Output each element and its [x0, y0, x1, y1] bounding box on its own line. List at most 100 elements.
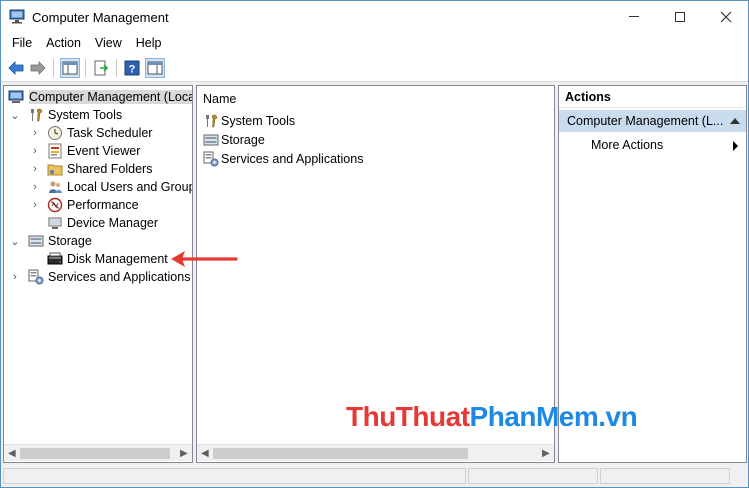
- status-cell: [468, 468, 598, 484]
- chevron-right-icon[interactable]: ›: [30, 142, 40, 160]
- back-button[interactable]: [6, 58, 26, 78]
- list-item-label: Storage: [221, 133, 265, 147]
- tree-label: Task Scheduler: [67, 126, 153, 140]
- tree-label: Storage: [48, 234, 92, 248]
- submenu-arrow-icon: [733, 141, 738, 151]
- scroll-right-icon[interactable]: ▶: [180, 448, 188, 459]
- scroll-right-icon[interactable]: ▶: [542, 448, 550, 459]
- performance-icon: [47, 197, 63, 213]
- minimize-icon: [629, 16, 639, 17]
- computer-management-window: Computer Management File Action View Hel…: [0, 0, 749, 488]
- watermark-logo: ThuThuatPhanMem.vn: [346, 401, 638, 433]
- scroll-left-icon[interactable]: ◀: [201, 448, 209, 459]
- help-button[interactable]: ?: [122, 58, 142, 78]
- show-hide-console-tree-button[interactable]: [60, 58, 80, 78]
- toolbar-separator: [116, 59, 117, 77]
- storage-icon: [28, 235, 44, 247]
- watermark-part1: ThuThuat: [346, 401, 470, 432]
- tree-item-storage[interactable]: ⌄ Storage: [4, 232, 192, 250]
- tree-label: Services and Applications: [48, 270, 191, 284]
- title-bar: Computer Management: [1, 1, 748, 32]
- storage-icon: [203, 134, 219, 146]
- shared-folder-icon: [47, 164, 63, 176]
- chevron-right-icon[interactable]: ›: [30, 124, 40, 142]
- users-icon: [49, 181, 62, 193]
- console-tree-pane[interactable]: Computer Management (Local ⌄ System Tool…: [3, 85, 193, 463]
- actions-section-label: Computer Management (L...: [567, 114, 724, 128]
- scrollbar-thumb[interactable]: [20, 448, 170, 459]
- show-hide-console-tree-icon: [62, 61, 78, 75]
- services-applications-icon: [28, 269, 44, 285]
- actions-title: Actions: [559, 86, 746, 108]
- forward-icon: [30, 61, 46, 75]
- close-icon: [720, 11, 732, 22]
- menu-view[interactable]: View: [88, 34, 129, 52]
- show-hide-action-pane-button[interactable]: [145, 58, 165, 78]
- list-horizontal-scrollbar[interactable]: ◀ ▶: [197, 444, 554, 461]
- computer-management-app-icon: [9, 9, 25, 24]
- chevron-right-icon[interactable]: ›: [10, 268, 20, 286]
- tree-item-shared-folders[interactable]: › Shared Folders: [4, 160, 192, 178]
- device-manager-icon: [48, 217, 62, 229]
- scrollbar-thumb[interactable]: [213, 448, 468, 459]
- collapse-icon[interactable]: [730, 118, 740, 124]
- help-icon: ?: [124, 60, 140, 76]
- computer-management-icon: [8, 90, 24, 103]
- menu-file[interactable]: File: [5, 34, 39, 52]
- minimize-button[interactable]: [611, 1, 657, 32]
- more-actions-link[interactable]: More Actions: [591, 138, 663, 152]
- column-header-name[interactable]: Name: [203, 92, 236, 106]
- annotation-arrow-icon: [171, 251, 238, 267]
- toolbar: ?: [1, 54, 748, 82]
- tree-item-performance[interactable]: › Performance: [4, 196, 192, 214]
- show-hide-action-pane-icon: [147, 61, 163, 75]
- tree-label: Event Viewer: [67, 144, 141, 158]
- system-tools-icon: [31, 108, 43, 122]
- tree-horizontal-scrollbar[interactable]: ◀ ▶: [4, 444, 192, 461]
- export-list-icon: [94, 60, 109, 76]
- chevron-right-icon[interactable]: ›: [30, 160, 40, 178]
- chevron-right-icon[interactable]: ›: [30, 196, 40, 214]
- chevron-down-icon[interactable]: ⌄: [10, 232, 20, 250]
- tree-item-system-tools[interactable]: ⌄ System Tools: [4, 106, 192, 124]
- event-viewer-icon: [48, 143, 62, 159]
- window-title: Computer Management: [32, 10, 169, 25]
- disk-management-icon: [47, 252, 63, 265]
- back-icon: [8, 61, 24, 75]
- menu-action[interactable]: Action: [39, 34, 88, 52]
- tree-item-event-viewer[interactable]: › Event Viewer: [4, 142, 192, 160]
- list-item-label: Services and Applications: [221, 152, 364, 166]
- chevron-right-icon[interactable]: ›: [30, 178, 40, 196]
- tree-label: Shared Folders: [67, 162, 153, 176]
- list-item-label: System Tools: [221, 114, 296, 128]
- tree-label: Disk Management: [67, 252, 168, 266]
- tree-label: Device Manager: [67, 216, 159, 230]
- status-cell: [3, 468, 466, 484]
- tree-item-device-manager[interactable]: Device Manager: [4, 214, 192, 232]
- watermark-part2: PhanMem: [469, 401, 599, 432]
- export-list-button[interactable]: [91, 58, 111, 78]
- forward-button[interactable]: [28, 58, 48, 78]
- close-button[interactable]: [703, 1, 749, 32]
- actions-section-header[interactable]: Computer Management (L...: [559, 110, 746, 132]
- tree-item-task-scheduler[interactable]: › Task Scheduler: [4, 124, 192, 142]
- svg-text:?: ?: [129, 64, 136, 76]
- maximize-icon: [675, 11, 685, 22]
- watermark-part3: .vn: [598, 401, 638, 432]
- maximize-button[interactable]: [657, 1, 703, 32]
- tree-item-services-applications[interactable]: › Services and Applications: [4, 268, 192, 286]
- tree-label: Local Users and Groups: [67, 180, 193, 194]
- status-bar: [3, 466, 747, 486]
- tree-item-computer-management[interactable]: Computer Management (Local: [4, 88, 192, 106]
- toolbar-separator: [53, 59, 54, 77]
- tree-item-disk-management[interactable]: Disk Management: [4, 250, 192, 268]
- tree-label: System Tools: [48, 108, 123, 122]
- scroll-left-icon[interactable]: ◀: [8, 448, 16, 459]
- menu-help[interactable]: Help: [129, 34, 169, 52]
- system-tools-icon: [206, 114, 218, 128]
- chevron-down-icon[interactable]: ⌄: [10, 106, 20, 124]
- tree-label: Computer Management (Local: [29, 90, 192, 104]
- clock-icon: [48, 126, 62, 140]
- tree-item-local-users-groups[interactable]: › Local Users and Groups: [4, 178, 192, 196]
- services-applications-icon: [203, 151, 219, 167]
